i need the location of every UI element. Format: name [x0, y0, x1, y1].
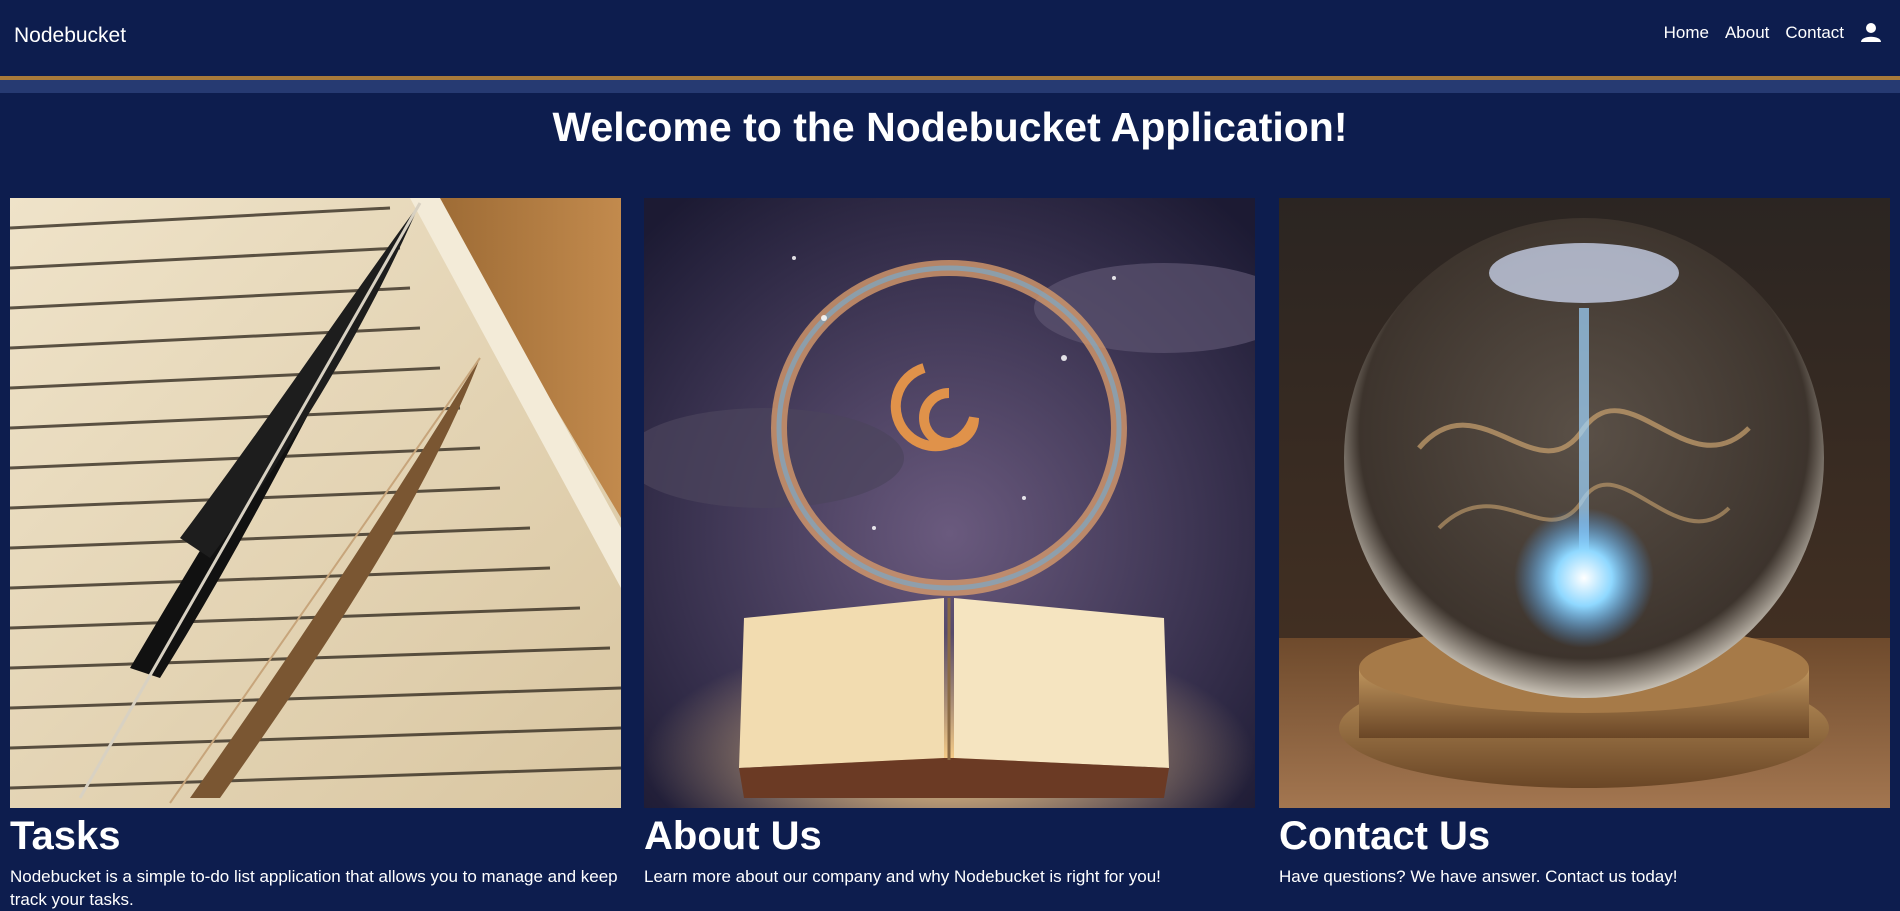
nav-home-link[interactable]: Home	[1664, 23, 1709, 43]
magic-book-image[interactable]	[644, 198, 1255, 808]
about-card-text: Learn more about our company and why Nod…	[644, 867, 1161, 886]
top-navbar: Nodebucket Home About Contact	[0, 0, 1900, 77]
page-title: Welcome to the Nodebucket Application!	[552, 104, 1348, 150]
about-card: About Us Learn more about our company an…	[644, 198, 1255, 888]
quill-book-image[interactable]	[10, 198, 621, 808]
contact-card-text: Have questions? We have answer. Contact …	[1279, 867, 1678, 886]
tasks-card: Tasks Nodebucket is a simple to-do list …	[10, 198, 621, 911]
contact-card: Contact Us Have questions? We have answe…	[1279, 198, 1890, 888]
contact-card-title[interactable]: Contact Us	[1279, 814, 1890, 859]
nav-about-link[interactable]: About	[1725, 23, 1769, 43]
user-icon[interactable]	[1860, 22, 1882, 44]
about-card-title[interactable]: About Us	[644, 814, 1255, 859]
tasks-card-text: Nodebucket is a simple to-do list applic…	[10, 867, 618, 909]
tasks-card-title[interactable]: Tasks	[10, 814, 621, 859]
crystal-ball-image[interactable]	[1279, 198, 1890, 808]
main-nav: Home About Contact	[1664, 22, 1882, 44]
brand-logo[interactable]: Nodebucket	[14, 24, 126, 48]
header-blue-divider	[0, 80, 1900, 93]
nav-contact-link[interactable]: Contact	[1785, 23, 1844, 43]
